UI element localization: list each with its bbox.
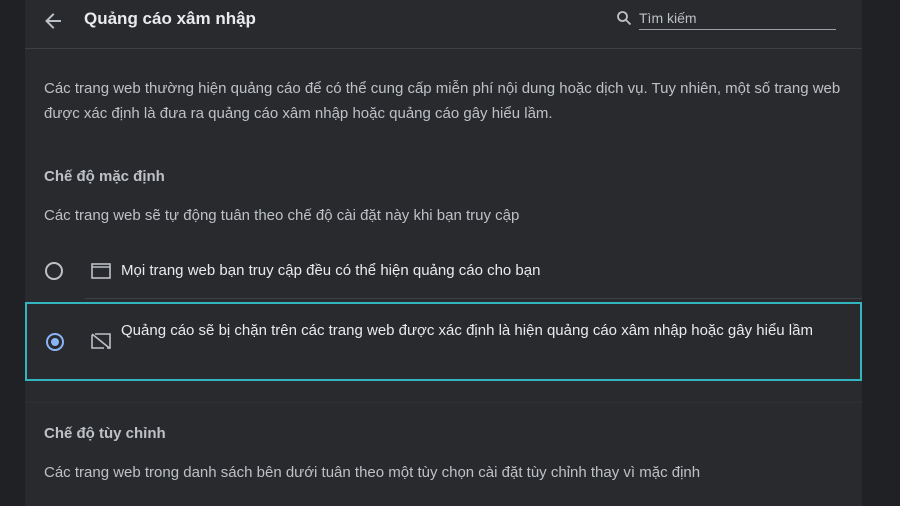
header-divider bbox=[25, 48, 862, 49]
option-allow-ads-label: Mọi trang web bạn truy cập đều có thể hi… bbox=[121, 262, 541, 279]
option-block-intrusive-ads[interactable]: Quảng cáo sẽ bị chặn trên các trang web … bbox=[25, 302, 862, 381]
search-icon bbox=[617, 11, 632, 26]
option-allow-ads[interactable]: Mọi trang web bạn truy cập đều có thể hi… bbox=[25, 250, 862, 292]
settings-page: Quảng cáo xâm nhập Các trang web thường … bbox=[0, 0, 900, 506]
custom-mode-description: Các trang web trong danh sách bên dưới t… bbox=[44, 464, 701, 481]
option-divider bbox=[85, 298, 862, 299]
search-input[interactable] bbox=[639, 7, 836, 30]
radio-allow-ads[interactable] bbox=[45, 262, 63, 280]
option-block-intrusive-ads-label: Quảng cáo sẽ bị chặn trên các trang web … bbox=[121, 322, 813, 339]
search-box[interactable] bbox=[616, 7, 839, 30]
page-description: Các trang web thường hiện quảng cáo để c… bbox=[44, 80, 841, 122]
default-mode-description: Các trang web sẽ tự động tuân theo chế đ… bbox=[44, 207, 520, 224]
default-mode-title: Chế độ mặc định bbox=[44, 168, 165, 185]
back-button[interactable] bbox=[38, 7, 68, 35]
arrow-back-icon bbox=[45, 13, 61, 29]
custom-mode-title: Chế độ tùy chỉnh bbox=[44, 425, 166, 442]
window-icon bbox=[91, 263, 111, 279]
ads-blocked-icon bbox=[91, 333, 111, 349]
section-divider bbox=[25, 402, 862, 403]
page-title: Quảng cáo xâm nhập bbox=[84, 9, 256, 28]
radio-block-intrusive-ads[interactable] bbox=[46, 333, 64, 351]
page-header: Quảng cáo xâm nhập bbox=[25, 0, 862, 48]
settings-card: Quảng cáo xâm nhập Các trang web thường … bbox=[25, 0, 862, 506]
